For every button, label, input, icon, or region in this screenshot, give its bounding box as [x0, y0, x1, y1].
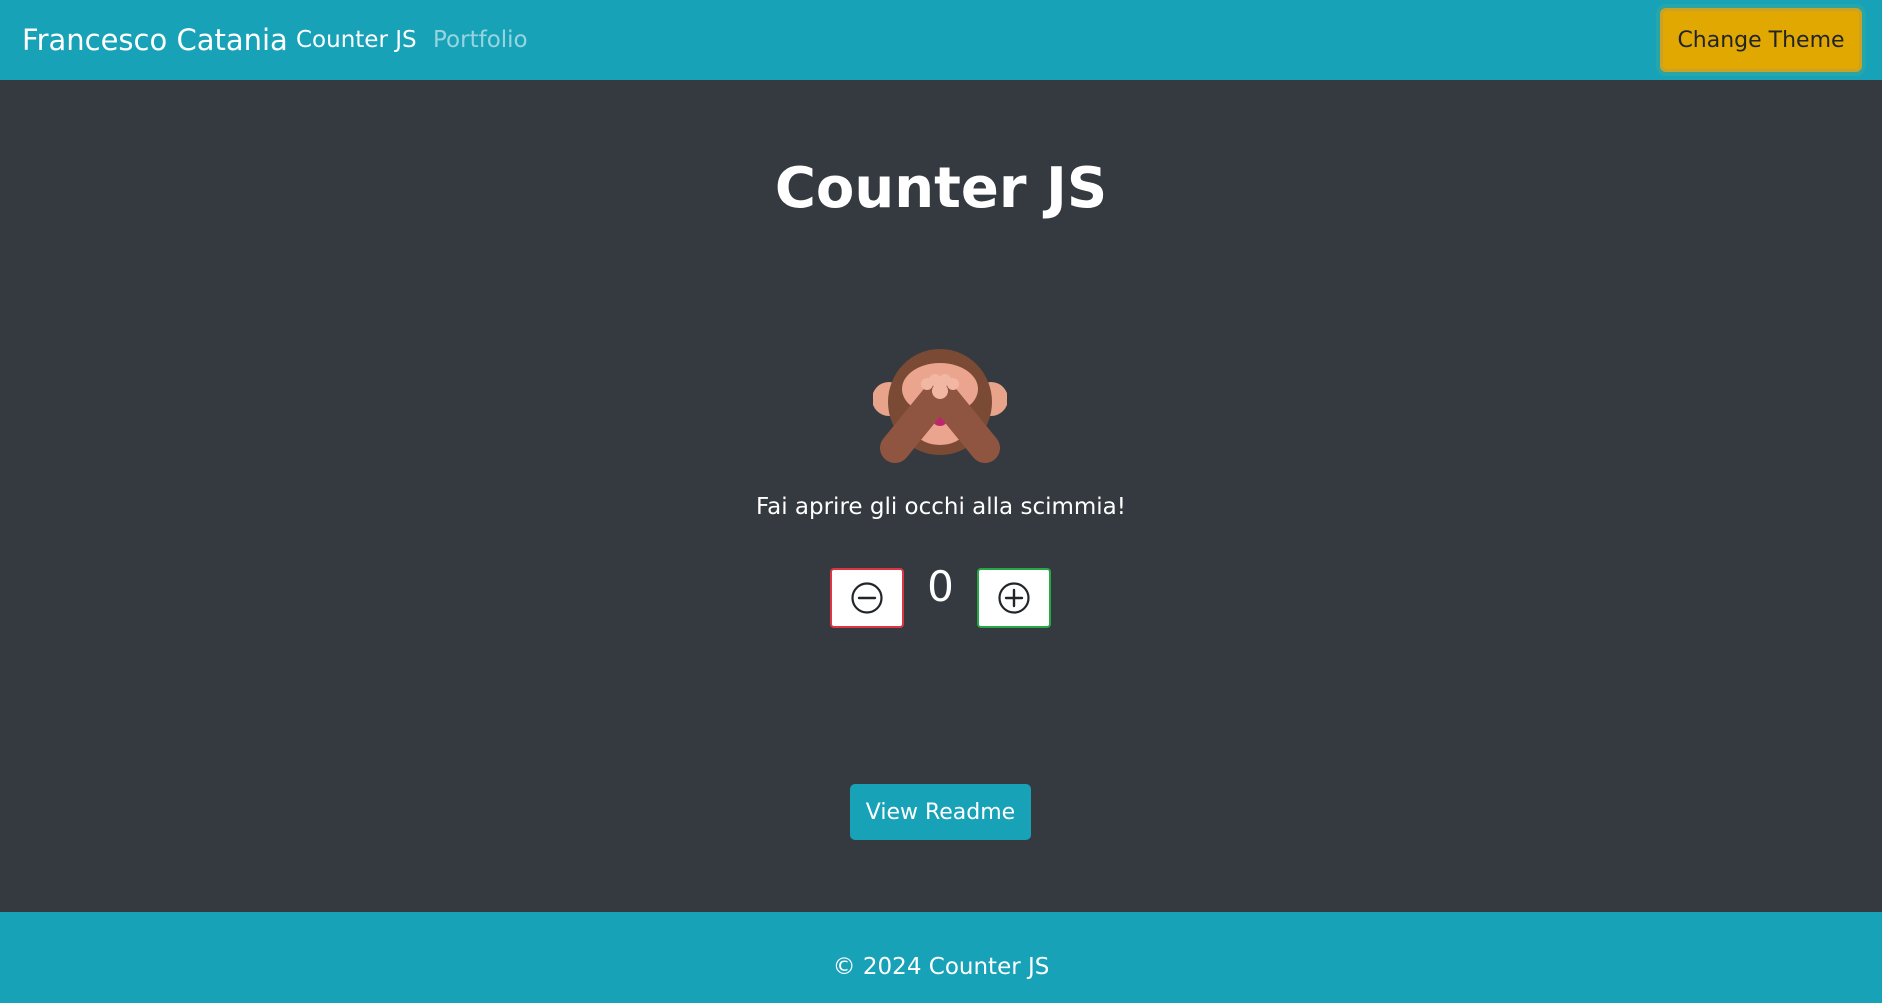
- change-theme-button[interactable]: Change Theme: [1660, 8, 1862, 72]
- page-title: Counter JS: [774, 156, 1108, 221]
- counter-value: 0: [927, 562, 954, 611]
- footer-copyright: © 2024 Counter JS: [832, 954, 1050, 980]
- circle-minus-icon: [851, 582, 883, 614]
- monkey-message: Fai aprire gli occhi alla scimmia!: [755, 494, 1126, 520]
- nav-link-portfolio[interactable]: Portfolio: [433, 25, 528, 55]
- circle-plus-icon: [998, 582, 1030, 614]
- see-no-evil-monkey-icon: [873, 349, 1007, 463]
- brand-link[interactable]: Francesco Catania: [22, 22, 288, 58]
- nav-link-counter-js[interactable]: Counter JS: [296, 25, 417, 55]
- navbar: Francesco Catania Counter JS Portfolio C…: [0, 0, 1882, 80]
- view-readme-button[interactable]: View Readme: [850, 784, 1031, 840]
- decrement-button[interactable]: [830, 568, 904, 628]
- increment-button[interactable]: [977, 568, 1051, 628]
